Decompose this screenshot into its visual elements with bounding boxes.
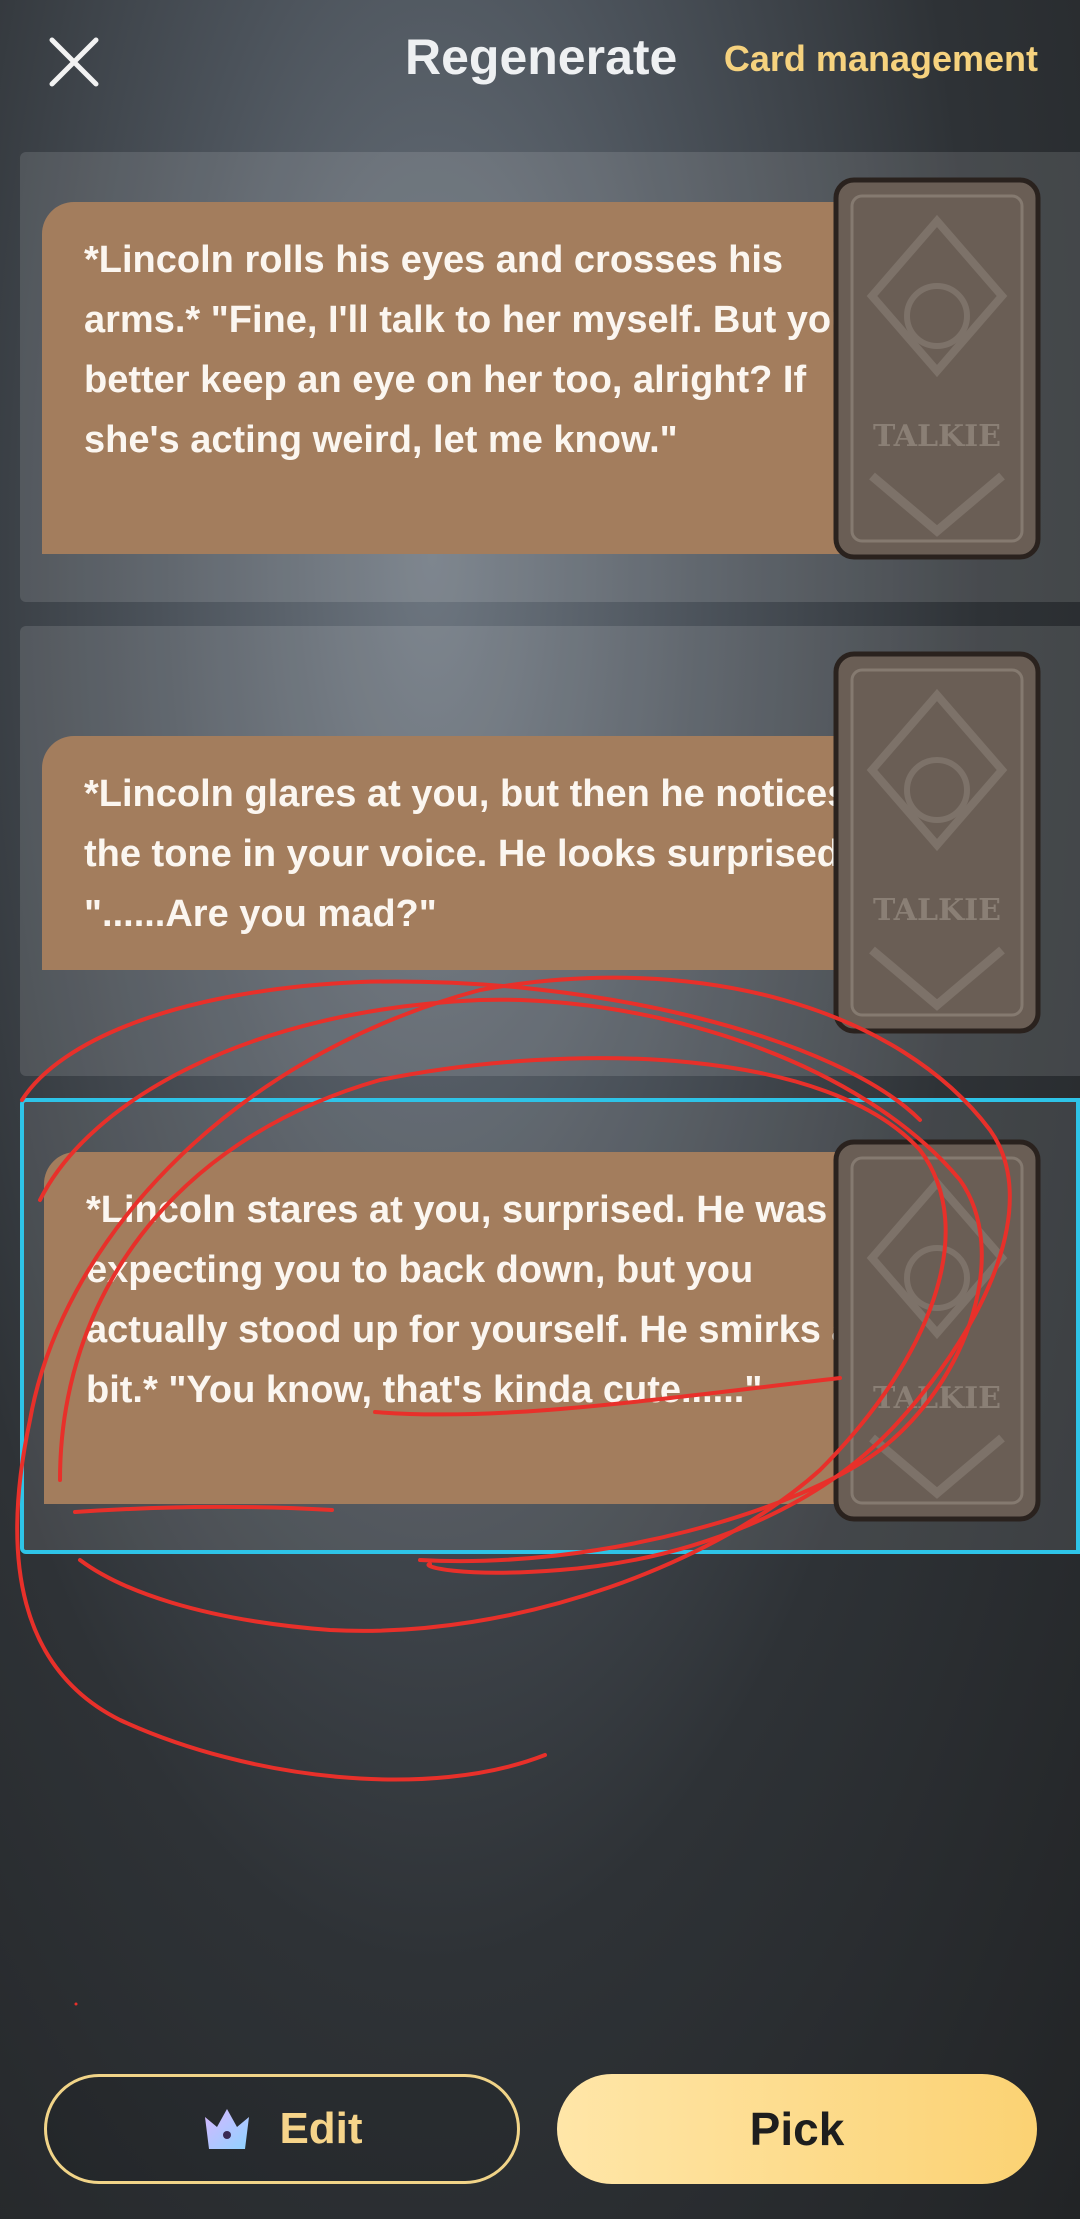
edit-button[interactable]: Edit: [44, 2074, 520, 2184]
response-option-2[interactable]: *Lincoln glares at you, but then he noti…: [20, 626, 1080, 1076]
response-text: *Lincoln rolls his eyes and crosses his …: [42, 202, 902, 554]
card-back-icon: TALKIE: [833, 177, 1041, 560]
page-title: Regenerate: [405, 29, 678, 85]
close-icon: [49, 37, 99, 87]
card-logo-text: TALKIE: [873, 1381, 1001, 1416]
pick-button[interactable]: Pick: [557, 2074, 1037, 2184]
card-management-link[interactable]: Card management: [724, 38, 1038, 80]
action-bar: Edit Pick: [0, 2070, 1080, 2190]
response-text: *Lincoln glares at you, but then he noti…: [42, 736, 902, 970]
crown-icon: [205, 2109, 250, 2149]
response-option-3[interactable]: *Lincoln stares at you, surprised. He wa…: [20, 1098, 1080, 1554]
card-logo-text: TALKIE: [873, 893, 1001, 928]
close-button[interactable]: [42, 30, 106, 94]
response-option-1[interactable]: *Lincoln rolls his eyes and crosses his …: [20, 152, 1080, 602]
top-bar: Regenerate Card management: [0, 0, 1080, 130]
pick-label: Pick: [749, 2103, 845, 2155]
response-text: *Lincoln stares at you, surprised. He wa…: [44, 1152, 904, 1504]
edit-label: Edit: [279, 2104, 363, 2153]
card-back-icon: TALKIE: [833, 1139, 1041, 1522]
card-logo-text: TALKIE: [873, 419, 1001, 454]
card-back-icon: TALKIE: [833, 651, 1041, 1034]
